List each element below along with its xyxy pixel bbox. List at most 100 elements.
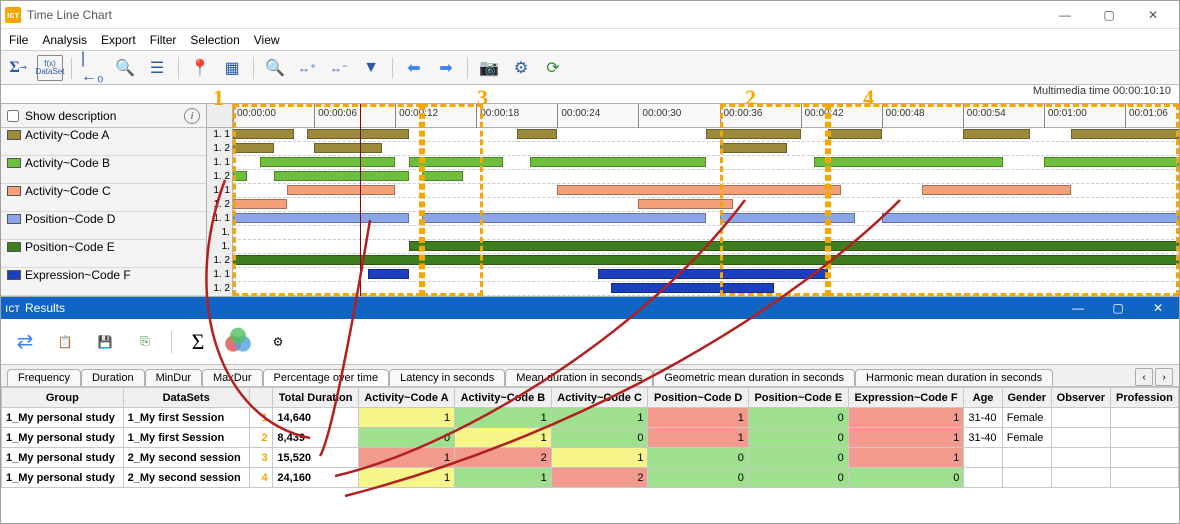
legend-item[interactable]: Activity~Code A — [1, 128, 206, 142]
timeline-bar[interactable] — [233, 213, 409, 223]
timeline-bar[interactable] — [638, 199, 733, 209]
column-header[interactable]: Expression~Code F — [848, 388, 964, 408]
menu-analysis[interactable]: Analysis — [42, 33, 87, 47]
list-lines-icon[interactable]: ☰ — [144, 55, 170, 81]
timeline-bar[interactable] — [1044, 157, 1179, 167]
legend-item[interactable]: Position~Code E — [1, 240, 206, 254]
maximize-button[interactable]: ▢ — [1087, 1, 1131, 29]
tab-geometric-mean-duration-in-seconds[interactable]: Geometric mean duration in seconds — [653, 369, 855, 386]
column-header[interactable]: Total Duration — [273, 388, 358, 408]
legend-item[interactable]: Expression~Code F — [1, 268, 206, 282]
tab-duration[interactable]: Duration — [81, 369, 145, 386]
camera-icon[interactable]: 📷 — [476, 55, 502, 81]
menu-file[interactable]: File — [9, 33, 28, 47]
results-close-button[interactable]: ✕ — [1141, 297, 1175, 319]
time-ruler[interactable]: 00:00:0000:00:0600:00:1200:00:1800:00:24… — [233, 104, 1179, 128]
timeline-bar[interactable] — [307, 129, 408, 139]
column-header[interactable]: Age — [964, 388, 1002, 408]
timeline-bar[interactable] — [233, 143, 274, 153]
info-icon[interactable]: i — [184, 108, 200, 124]
zoom-out-icon[interactable]: 🔍 — [112, 55, 138, 81]
column-header[interactable]: Activity~Code B — [455, 388, 552, 408]
tab-mindur[interactable]: MinDur — [145, 369, 202, 386]
close-button[interactable]: ✕ — [1131, 1, 1175, 29]
tabs-scroll-right[interactable]: › — [1155, 368, 1173, 386]
sigma-results-icon[interactable]: Σ — [182, 326, 214, 358]
save-disk-icon[interactable]: 💾 — [89, 326, 121, 358]
column-header[interactable] — [249, 388, 273, 408]
results-minimize-button[interactable]: — — [1061, 297, 1095, 319]
timeline-bar[interactable] — [922, 185, 1071, 195]
track-row[interactable] — [233, 226, 1179, 240]
track-row[interactable] — [233, 268, 1179, 282]
column-header[interactable]: Activity~Code C — [551, 388, 648, 408]
column-header[interactable]: Position~Code D — [648, 388, 748, 408]
timeline-bar[interactable] — [314, 143, 382, 153]
legend-item[interactable]: Position~Code D — [1, 212, 206, 226]
zoom-region-icon[interactable]: 🔍 — [262, 55, 288, 81]
timeline-bar[interactable] — [287, 185, 395, 195]
track-row[interactable] — [233, 128, 1179, 142]
track-rows[interactable] — [233, 128, 1179, 296]
filter-icon[interactable]: ▼ — [358, 55, 384, 81]
menu-filter[interactable]: Filter — [150, 33, 177, 47]
timeline-bar[interactable] — [882, 213, 1179, 223]
timeline-bar[interactable] — [368, 269, 409, 279]
timeline-bar[interactable] — [233, 129, 294, 139]
timeline-bar[interactable] — [233, 171, 247, 181]
table-row[interactable]: 1_My personal study2_My second session31… — [2, 448, 1179, 468]
column-header[interactable]: Position~Code E — [748, 388, 848, 408]
column-header[interactable]: Group — [2, 388, 124, 408]
timeline-bar[interactable] — [814, 157, 1003, 167]
timeline-bar[interactable] — [611, 283, 773, 293]
timeline-bar[interactable] — [409, 157, 504, 167]
results-maximize-button[interactable]: ▢ — [1101, 297, 1135, 319]
timeline-bar[interactable] — [517, 129, 558, 139]
step-back-icon[interactable]: ⬅ — [401, 55, 427, 81]
timeline-bar[interactable] — [422, 171, 463, 181]
track-row[interactable] — [233, 212, 1179, 226]
column-header[interactable]: Observer — [1051, 388, 1110, 408]
results-settings-icon[interactable]: ⚙ — [262, 326, 294, 358]
column-header[interactable]: Profession — [1110, 388, 1178, 408]
table-row[interactable]: 1_My personal study1_My first Session114… — [2, 408, 1179, 428]
timeline-bar[interactable] — [706, 129, 801, 139]
export-xls-icon[interactable]: ⎘ — [129, 326, 161, 358]
column-header[interactable]: Activity~Code A — [358, 388, 454, 408]
dataset-fx-icon[interactable]: f(x)DataSet — [37, 55, 63, 81]
timeline-bar[interactable] — [274, 171, 409, 181]
step-forward-icon[interactable]: ➡ — [433, 55, 459, 81]
timeline-bar[interactable] — [598, 269, 828, 279]
venn-icon[interactable] — [222, 326, 254, 358]
table-row[interactable]: 1_My personal study2_My second session42… — [2, 468, 1179, 488]
sigma-icon[interactable]: Σ⇢ — [5, 55, 31, 81]
timeline-bar[interactable] — [260, 157, 395, 167]
track-row[interactable] — [233, 142, 1179, 156]
tab-mean-duration-in-seconds[interactable]: Mean duration in seconds — [505, 369, 653, 386]
nav-arrows-icon[interactable]: ⇄ — [9, 326, 41, 358]
tabs-scroll-left[interactable]: ‹ — [1135, 368, 1153, 386]
show-description-checkbox[interactable] — [7, 110, 19, 122]
tab-percentage-over-time[interactable]: Percentage over time — [263, 369, 390, 386]
zoom-out-h-icon[interactable]: ↔⁻ — [326, 55, 352, 81]
legend-item[interactable]: Activity~Code C — [1, 184, 206, 198]
tab-maxdur[interactable]: MaxDur — [202, 369, 263, 386]
results-grid[interactable]: GroupDataSetsTotal DurationActivity~Code… — [1, 387, 1179, 523]
pin-icon[interactable]: 📍 — [187, 55, 213, 81]
timeline-bar[interactable] — [720, 143, 788, 153]
track-row[interactable] — [233, 282, 1179, 296]
track-row[interactable] — [233, 240, 1179, 254]
track-row[interactable] — [233, 184, 1179, 198]
column-header[interactable]: Gender — [1002, 388, 1051, 408]
track-row[interactable] — [233, 156, 1179, 170]
palette-icon[interactable]: ▦ — [219, 55, 245, 81]
track-row[interactable] — [233, 170, 1179, 184]
tab-frequency[interactable]: Frequency — [7, 369, 81, 386]
track-row[interactable] — [233, 254, 1179, 268]
tab-latency-in-seconds[interactable]: Latency in seconds — [389, 369, 505, 386]
minimize-button[interactable]: — — [1043, 1, 1087, 29]
timeline-bar[interactable] — [720, 213, 855, 223]
tab-harmonic-mean-duration-in-seconds[interactable]: Harmonic mean duration in seconds — [855, 369, 1053, 386]
timeline-bar[interactable] — [233, 199, 287, 209]
menu-selection[interactable]: Selection — [190, 33, 239, 47]
